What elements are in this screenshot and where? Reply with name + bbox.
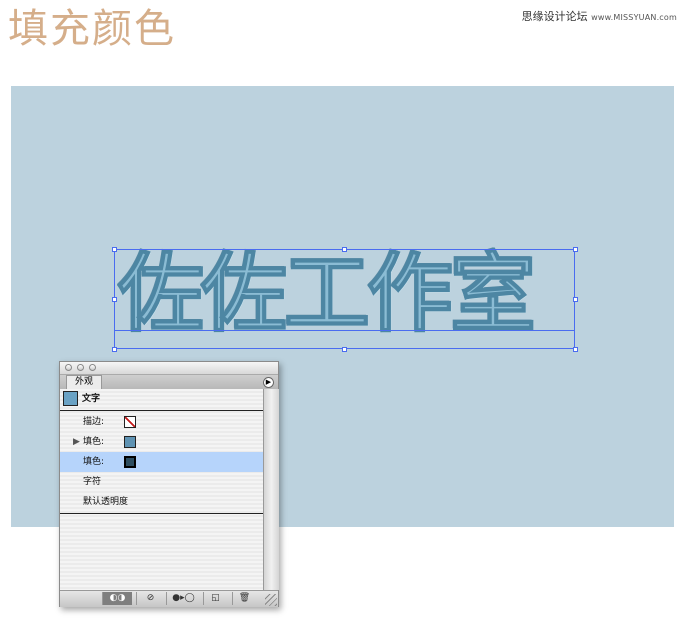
- handle-bottom-center[interactable]: [342, 347, 347, 352]
- divider: [60, 513, 263, 514]
- text-baseline: [114, 330, 575, 331]
- handle-top-center[interactable]: [342, 247, 347, 252]
- new-art-maintains-appearance-button[interactable]: ◐◑: [102, 592, 132, 605]
- delete-item-button[interactable]: 🗑: [232, 592, 256, 605]
- handle-top-right[interactable]: [573, 247, 578, 252]
- list-item-characters[interactable]: 字符: [60, 472, 263, 492]
- list-item-opacity[interactable]: 默认透明度: [60, 492, 263, 512]
- expand-arrow-icon[interactable]: ▶: [73, 432, 80, 452]
- zoom-icon[interactable]: [89, 364, 96, 371]
- handle-middle-right[interactable]: [573, 297, 578, 302]
- tab-appearance[interactable]: 外观: [66, 375, 102, 389]
- site-credit: 思缘设计论坛 www.MISSYUAN.com: [522, 8, 677, 24]
- resize-grip-icon[interactable]: [265, 594, 277, 606]
- reduce-to-basic-appearance-button[interactable]: ●▸◯: [166, 592, 200, 605]
- selection-bounding-box[interactable]: [114, 249, 575, 349]
- minimize-icon[interactable]: [77, 364, 84, 371]
- appearance-panel: 外观 ▶ 文字 描边: ▶ 填色: 填色: 字符 默认透明度 ◐◑ ⊘ ●▸◯ …: [59, 361, 279, 607]
- close-icon[interactable]: [65, 364, 72, 371]
- duplicate-item-button[interactable]: ◱: [203, 592, 227, 605]
- fill-label-1: 填色:: [83, 437, 105, 447]
- site-name: 思缘设计论坛: [521, 10, 588, 23]
- vertical-scrollbar[interactable]: [263, 389, 279, 590]
- appearance-list: 文字 描边: ▶ 填色: 填色: 字符 默认透明度: [60, 389, 263, 590]
- handle-bottom-left[interactable]: [112, 347, 117, 352]
- panel-menu-icon[interactable]: ▶: [263, 377, 274, 388]
- fill-label-2: 填色:: [83, 457, 105, 467]
- fill-swatch-1[interactable]: [124, 436, 136, 448]
- opacity-label: 默认透明度: [83, 497, 129, 507]
- site-url: www.MISSYUAN.com: [591, 13, 677, 22]
- list-item-fill-2[interactable]: 填色:: [60, 452, 263, 472]
- object-thumbnail: [63, 391, 78, 406]
- characters-label: 字符: [83, 477, 102, 487]
- page-title: 填充颜色: [8, 6, 176, 52]
- panel-titlebar[interactable]: [60, 362, 278, 375]
- list-item-fill-1[interactable]: ▶ 填色:: [60, 432, 263, 452]
- list-item-object[interactable]: 文字: [60, 389, 263, 409]
- stroke-none-swatch[interactable]: [124, 416, 136, 428]
- divider: [60, 410, 263, 411]
- panel-bottom-toolbar: ◐◑ ⊘ ●▸◯ ◱ 🗑: [60, 590, 278, 607]
- stroke-label: 描边:: [83, 417, 105, 427]
- fill-swatch-2[interactable]: [124, 456, 136, 468]
- panel-tabstrip: 外观 ▶: [60, 375, 278, 389]
- handle-middle-left[interactable]: [112, 297, 117, 302]
- clear-appearance-button[interactable]: ⊘: [136, 592, 164, 605]
- handle-bottom-right[interactable]: [573, 347, 578, 352]
- object-label: 文字: [82, 394, 101, 404]
- handle-top-left[interactable]: [112, 247, 117, 252]
- list-item-stroke[interactable]: 描边:: [60, 412, 263, 432]
